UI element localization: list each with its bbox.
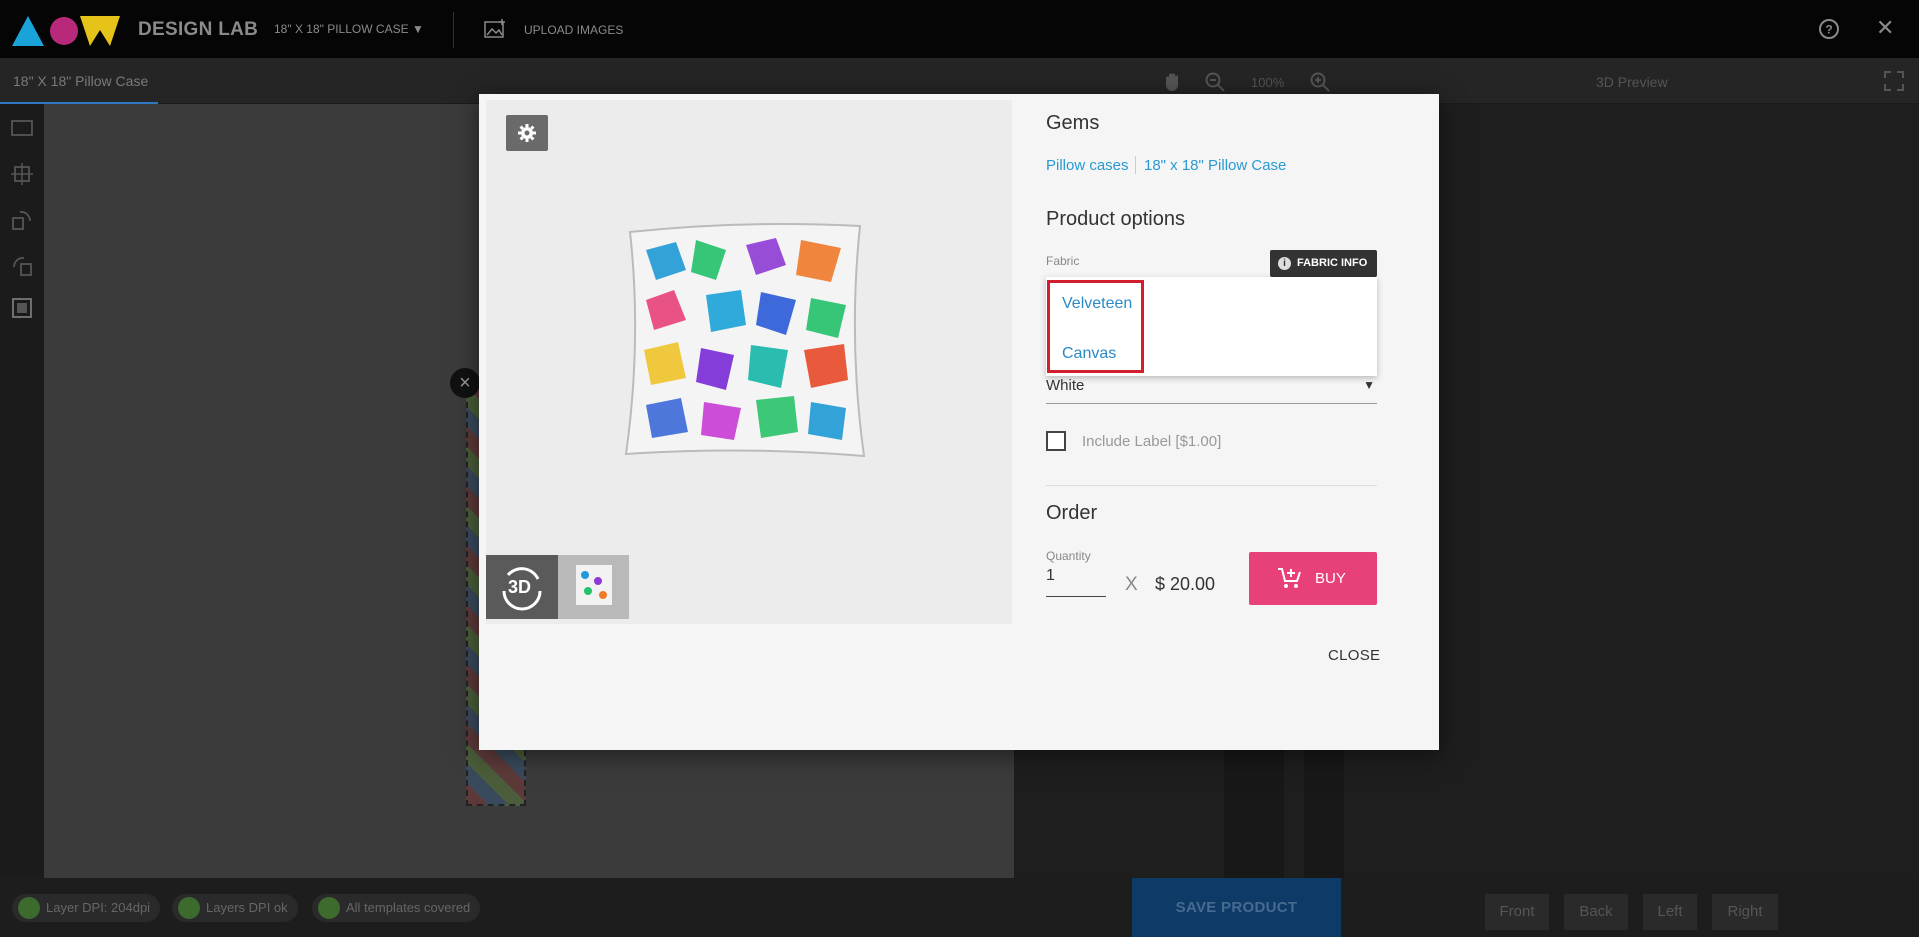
view-back-button[interactable]: Back: [1564, 894, 1628, 930]
check-icon: [18, 897, 40, 919]
hand-icon[interactable]: [1160, 70, 1184, 94]
close-button[interactable]: CLOSE: [1328, 647, 1380, 664]
svg-text:?: ?: [1825, 23, 1832, 37]
bottom-bar: Layer DPI: 204dpi Layers DPI ok All temp…: [0, 878, 1919, 937]
check-icon: [318, 897, 340, 919]
buy-label: BUY: [1315, 570, 1346, 587]
view-left-button[interactable]: Left: [1643, 894, 1697, 930]
product-title: Gems: [1046, 112, 1100, 134]
status-chip-layers: Layers DPI ok: [172, 894, 298, 922]
fabric-info-button[interactable]: i FABRIC INFO: [1270, 250, 1377, 277]
chevron-down-icon: ▼: [1363, 378, 1375, 392]
tab-pillow-case[interactable]: 18" X 18" Pillow Case: [0, 58, 158, 104]
product-info: Gems Pillow cases 18" x 18" Pillow Case …: [1046, 94, 1416, 750]
fabric-label: Fabric: [1046, 254, 1080, 268]
zoom-level: 100%: [1251, 75, 1285, 90]
pillow-product-image: [624, 223, 866, 458]
info-icon: i: [1278, 257, 1291, 270]
divider: [1046, 485, 1377, 486]
zoom-out-icon[interactable]: [1203, 70, 1227, 94]
view-right-button[interactable]: Right: [1712, 894, 1778, 930]
save-product-button[interactable]: SAVE PRODUCT: [1132, 878, 1341, 937]
breadcrumb-pillow-cases[interactable]: Pillow cases: [1046, 157, 1129, 174]
breadcrumb-pillow-case[interactable]: 18" x 18" Pillow Case: [1144, 157, 1286, 174]
breadcrumb-separator: [1135, 156, 1136, 174]
rotate-right-icon[interactable]: [10, 254, 34, 278]
crop-frame-icon[interactable]: [10, 296, 34, 320]
status-text: All templates covered: [346, 900, 471, 915]
chevron-down-icon[interactable]: ▼: [412, 22, 424, 36]
close-app-icon[interactable]: ✕: [1876, 17, 1894, 39]
price: $ 20.00: [1155, 574, 1216, 594]
left-toolbar: [0, 104, 44, 878]
thumbnail-photo[interactable]: [558, 555, 629, 619]
status-text: Layers DPI ok: [206, 900, 288, 915]
fabric-dropdown-menu: Velveteen Canvas: [1046, 277, 1377, 376]
buy-button[interactable]: BUY: [1249, 552, 1377, 605]
selection-highlight: [1047, 280, 1144, 373]
fit-icon[interactable]: [10, 116, 34, 140]
product-selector[interactable]: 18" X 18" PILLOW CASE: [274, 22, 409, 36]
center-icon[interactable]: [10, 162, 34, 186]
quantity-input[interactable]: 1: [1046, 567, 1106, 597]
include-label-checkbox[interactable]: [1046, 431, 1066, 451]
color-select[interactable]: White ▼: [1046, 377, 1377, 404]
image-upload-icon[interactable]: [484, 19, 506, 39]
gear-icon[interactable]: [506, 115, 548, 151]
product-modal: 3D Gems Pillow cases 18" x 18" Pillow Ca…: [479, 94, 1439, 750]
include-label-text: Include Label [$1.00]: [1082, 433, 1222, 450]
product-options-heading: Product options: [1046, 208, 1185, 230]
color-value: White: [1046, 377, 1085, 394]
status-chip-dpi: Layer DPI: 204dpi: [12, 894, 161, 922]
fabric-info-label: FABRIC INFO: [1297, 257, 1368, 269]
toolbar-divider: [453, 12, 454, 48]
status-text: Layer DPI: 204dpi: [46, 900, 151, 915]
status-chip-templates: All templates covered: [312, 894, 481, 922]
zoom-in-icon[interactable]: [1308, 70, 1332, 94]
close-icon[interactable]: ×: [450, 368, 480, 398]
quantity-label: Quantity: [1046, 549, 1091, 563]
top-bar: DESIGN LAB 18" X 18" PILLOW CASE ▼ UPLOA…: [0, 0, 1919, 58]
multiply-sign: X: [1125, 574, 1138, 595]
order-heading: Order: [1046, 502, 1098, 524]
view-front-button[interactable]: Front: [1485, 894, 1549, 930]
help-icon[interactable]: ?: [1818, 18, 1840, 40]
rotate-left-icon[interactable]: [10, 208, 34, 232]
fullscreen-icon[interactable]: [1883, 70, 1905, 92]
add-cart-icon: [1278, 568, 1301, 588]
3d-preview-title: 3D Preview: [1596, 74, 1668, 90]
product-gallery: 3D: [486, 100, 1012, 624]
brand-logo: [12, 16, 120, 46]
thumbnail-3d-label: 3D: [508, 577, 532, 597]
thumbnail-3d[interactable]: 3D: [486, 555, 558, 619]
brand-name: DESIGN LAB: [138, 19, 259, 40]
check-icon: [178, 897, 200, 919]
upload-images-button[interactable]: UPLOAD IMAGES: [524, 23, 623, 37]
